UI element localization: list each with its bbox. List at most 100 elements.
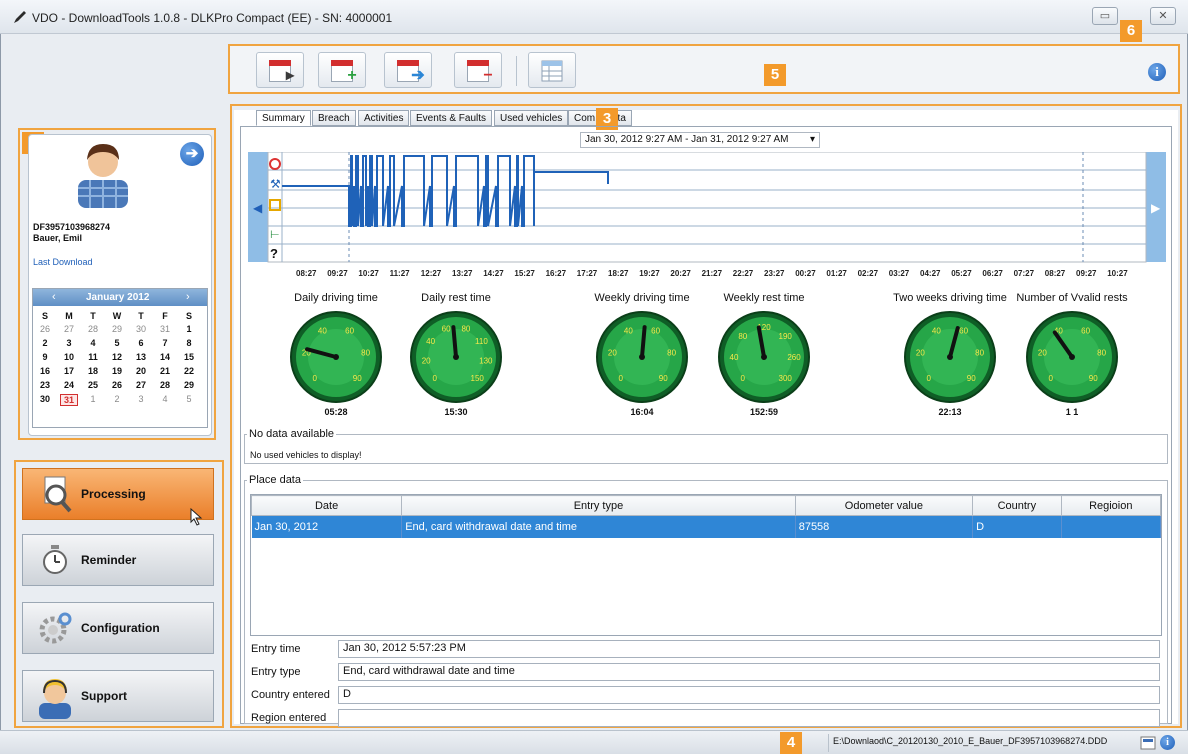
place-data-table: Date Entry type Odometer value Country Regio… [251,495,1161,538]
tab-summary[interactable]: Summary [256,110,311,126]
timeline-tick-label: 16:27 [546,269,567,276]
detail-field[interactable]: D [338,686,1160,704]
column-header[interactable]: Odometer value [794,495,974,516]
calendar-prev-button[interactable]: ‹ [52,291,56,303]
tab-events-faults[interactable]: Events & Faults [410,110,493,126]
support-agent-icon [39,679,71,719]
gauge-needle [640,325,647,359]
tab-used-vehicles[interactable]: Used vehicles [494,110,569,126]
column-header[interactable]: Country [972,495,1062,516]
calendar-day[interactable]: 3 [132,394,150,404]
calendar-day[interactable]: 30 [36,394,54,404]
calendar-day[interactable]: 9 [36,352,54,362]
calendar-day[interactable]: 12 [108,352,126,362]
calendar-day-selected[interactable]: 31 [60,394,78,406]
column-header[interactable]: Regioion [1060,495,1161,516]
remove-card-button[interactable]: − [454,52,502,88]
calendar-weekday: T [138,311,144,321]
info-icon[interactable]: i [1148,63,1166,81]
nav-support[interactable]: Support [22,670,214,722]
gauge-scale-label: 90 [353,374,362,383]
gauge-title: Weekly driving time [594,292,690,304]
status-info-icon[interactable]: i [1160,735,1175,750]
calendar-day[interactable]: 8 [180,338,198,348]
last-download-link[interactable]: Last Download [33,257,93,267]
column-header[interactable]: Date [251,495,403,516]
date-range-select[interactable]: Jan 30, 2012 9:27 AM - Jan 31, 2012 9:27… [580,132,820,148]
calendar-day[interactable]: 7 [156,338,174,348]
calendar-day[interactable]: 2 [36,338,54,348]
card-reader-icon [1140,736,1156,750]
chevron-right-icon[interactable]: ▶ [1151,201,1161,215]
close-button[interactable]: ✕ [1150,7,1176,25]
nav-processing[interactable]: Processing [22,468,214,520]
calendar-day[interactable]: 29 [180,380,198,390]
calendar-day[interactable]: 27 [132,380,150,390]
calendar-day[interactable]: 15 [180,352,198,362]
calendar-day[interactable]: 28 [156,380,174,390]
calendar-day[interactable]: 20 [132,366,150,376]
unknown-activity-icon: ? [270,246,278,261]
calendar-day[interactable]: 17 [60,366,78,376]
gauge-dial: 02040 608090 [596,311,688,403]
tab-breach[interactable]: Breach [312,110,356,126]
table-row[interactable]: Jan 30, 2012 End, card withdrawal date an… [251,515,1161,538]
gauge-scale-label: 60 [959,326,968,335]
calendar-day[interactable]: 28 [84,324,102,334]
detail-label: Country entered [251,689,330,701]
calendar-day[interactable]: 13 [132,352,150,362]
table-cell [1061,515,1161,538]
detail-field[interactable] [338,709,1160,727]
calendar-day[interactable]: 27 [60,324,78,334]
calendar-day[interactable]: 22 [180,366,198,376]
calendar-day[interactable]: 4 [156,394,174,404]
calendar-day[interactable]: 1 [180,324,198,334]
calendar-day[interactable]: 26 [108,380,126,390]
calendar-day[interactable]: 5 [180,394,198,404]
calendar-day[interactable]: 11 [84,352,102,362]
calendar-day[interactable]: 6 [132,338,150,348]
export-card-button[interactable]: ➔ [384,52,432,88]
calendar-day[interactable]: 21 [156,366,174,376]
nav-configuration[interactable]: Configuration [22,602,214,654]
calendar-day[interactable]: 16 [36,366,54,376]
calendar-day[interactable]: 14 [156,352,174,362]
detail-field[interactable]: End, card withdrawal date and time [338,663,1160,681]
open-card-button[interactable]: ▸ [256,52,304,88]
calendar-day[interactable]: 10 [60,352,78,362]
calendar-day[interactable]: 23 [36,380,54,390]
calendar-day[interactable]: 5 [108,338,126,348]
calendar-next-button[interactable]: › [186,291,190,303]
table-cell: D [972,515,1062,538]
column-header[interactable]: Entry type [401,495,796,516]
calendar-day[interactable]: 19 [108,366,126,376]
chevron-left-icon[interactable]: ◀ [253,201,263,215]
calendar-day[interactable]: 2 [108,394,126,404]
calendar-day[interactable]: 29 [108,324,126,334]
marker-4: 4 [780,732,802,754]
gauge-dial: 02040 608090 [904,311,996,403]
calendar-day[interactable]: 26 [36,324,54,334]
timeline-tick-label: 19:27 [639,269,660,276]
driver-avatar-icon [78,144,128,208]
calendar-day[interactable]: 24 [60,380,78,390]
calendar-day[interactable]: 25 [84,380,102,390]
minimize-button[interactable]: ▭ [1092,7,1118,25]
view-table-button[interactable] [528,52,576,88]
calendar-day[interactable]: 30 [132,324,150,334]
gauge-dial: 02040 608090 [1026,311,1118,403]
gauge-scale-label: 80 [461,325,470,334]
next-driver-icon[interactable]: ➔ [180,142,204,166]
calendar-day[interactable]: 18 [84,366,102,376]
add-card-button[interactable]: + [318,52,366,88]
timeline-tick-label: 14:27 [483,269,504,276]
tab-activities[interactable]: Activities [358,110,410,126]
gauge-scale-label: 20 [608,348,617,357]
timeline-tick-label: 05:27 [951,269,972,276]
calendar-day[interactable]: 3 [60,338,78,348]
detail-field[interactable]: Jan 30, 2012 5:57:23 PM [338,640,1160,658]
calendar-day[interactable]: 1 [84,394,102,404]
calendar-day[interactable]: 4 [84,338,102,348]
nav-reminder[interactable]: Reminder [22,534,214,586]
calendar-day[interactable]: 31 [156,324,174,334]
